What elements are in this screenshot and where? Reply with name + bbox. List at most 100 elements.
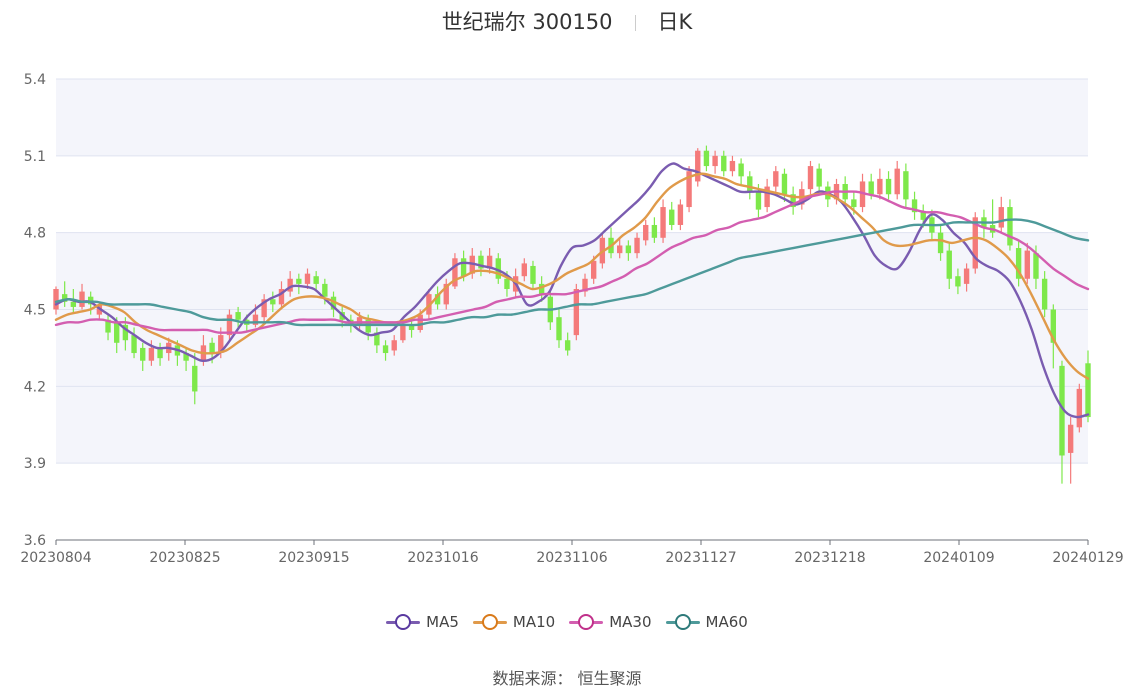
y-axis: 3.6 3.9 4.2 4.5 4.8 5.1 5.4 — [24, 72, 46, 549]
candle-body — [382, 345, 389, 354]
candle-body — [140, 347, 146, 361]
y-tick-label: 4.5 — [24, 303, 46, 319]
candle-body — [773, 171, 779, 187]
x-tick-label: 20230915 — [278, 550, 349, 566]
x-tick-label: 20230825 — [149, 550, 220, 566]
band-0 — [56, 463, 1088, 540]
legend-item-ma5[interactable]: MA5 — [386, 612, 459, 632]
legend-label-ma30: MA30 — [609, 613, 652, 631]
candle-body — [1007, 207, 1013, 246]
candle-body — [1033, 253, 1039, 279]
candle-body — [400, 324, 406, 341]
legend: MA5 MA10 MA30 MA60 — [0, 612, 1134, 632]
legend-swatch-ma30 — [569, 612, 604, 632]
candle-body — [564, 340, 571, 351]
y-tick-label: 4.2 — [24, 379, 46, 395]
candle-body — [703, 150, 710, 167]
y-tick-label: 5.4 — [24, 72, 46, 88]
candle-body — [894, 168, 900, 195]
candle-body — [712, 155, 718, 167]
candle-body — [669, 209, 675, 225]
candle-body — [634, 237, 640, 254]
x-tick-label: 20231218 — [794, 550, 865, 566]
candle-body — [781, 173, 788, 195]
candle-body — [937, 232, 944, 254]
candle-body — [963, 268, 970, 284]
candle-body — [70, 301, 77, 307]
x-tick-label: 20231106 — [536, 550, 607, 566]
candle-body — [747, 176, 753, 192]
source-name: 恒生聚源 — [577, 669, 642, 688]
candle-body — [131, 335, 137, 354]
candle-body — [270, 299, 276, 305]
y-tick-label: 3.9 — [24, 456, 46, 472]
candle-body — [530, 265, 536, 284]
candle-body — [651, 224, 658, 238]
candle-body — [729, 160, 736, 172]
candle-body — [504, 278, 510, 290]
candle-body — [816, 168, 822, 187]
candle-body — [903, 171, 909, 200]
legend-item-ma60[interactable]: MA60 — [665, 612, 748, 632]
candle-body — [877, 178, 883, 195]
candle-body — [807, 166, 814, 190]
candle-body — [617, 245, 623, 254]
y-tick-label: 5.1 — [24, 149, 46, 165]
x-tick-label: 20240129 — [1052, 550, 1123, 566]
candle-body — [721, 155, 727, 172]
candle-body — [1076, 388, 1083, 428]
candle-body — [1041, 278, 1048, 310]
candle-body — [304, 273, 311, 284]
candle-body — [1024, 250, 1030, 279]
candle-body — [417, 314, 423, 330]
candle-body — [296, 278, 302, 284]
legend-swatch-ma10 — [472, 612, 507, 632]
legend-swatch-ma5 — [386, 612, 421, 632]
candle-body — [1067, 424, 1074, 453]
legend-label-ma60: MA60 — [705, 613, 748, 631]
band-5 — [56, 79, 1088, 156]
candle-body — [590, 260, 597, 279]
x-axis: 20230804 20230825 20230915 20231016 20231106… — [20, 539, 1124, 566]
y-tick-label: 4.8 — [24, 226, 46, 242]
candle-body — [955, 276, 961, 287]
candle-body — [53, 289, 59, 310]
x-tick-label: 20231016 — [407, 550, 478, 566]
legend-label-ma10: MA10 — [512, 613, 556, 631]
source-label: 数据来源： — [492, 669, 573, 688]
legend-item-ma30[interactable]: MA30 — [569, 612, 652, 632]
candle-body — [322, 283, 328, 297]
candle-body — [998, 207, 1004, 228]
candle-body — [625, 245, 632, 254]
candle-body — [660, 207, 666, 238]
x-tick-label: 20240109 — [923, 550, 994, 566]
candle-body — [738, 163, 744, 177]
candle-body — [851, 199, 857, 208]
candle-body — [391, 340, 397, 351]
candle-body — [755, 191, 762, 210]
candle-body — [460, 258, 467, 277]
candle-body — [868, 181, 874, 195]
candle-body — [79, 291, 85, 307]
candle-body — [235, 312, 241, 320]
candle-body — [556, 317, 562, 341]
legend-item-ma10[interactable]: MA10 — [472, 612, 556, 632]
candle-body — [573, 289, 580, 336]
candle-body — [885, 178, 892, 195]
legend-label-ma5: MA5 — [426, 613, 459, 631]
candle-body — [643, 224, 649, 241]
x-tick-label: 20230804 — [20, 550, 91, 566]
candle-body — [946, 250, 952, 279]
candle-body — [313, 276, 319, 284]
candle-body — [192, 365, 198, 392]
candle-body — [157, 347, 163, 359]
candle-body — [677, 204, 684, 225]
candle-body — [209, 342, 215, 354]
legend-swatch-ma60 — [665, 612, 700, 632]
candle-body — [148, 347, 155, 361]
candle-body — [695, 150, 701, 182]
y-tick-label: 3.6 — [24, 533, 46, 549]
candle-body — [521, 263, 527, 277]
candle-body — [114, 322, 120, 343]
candle-body — [920, 212, 926, 220]
